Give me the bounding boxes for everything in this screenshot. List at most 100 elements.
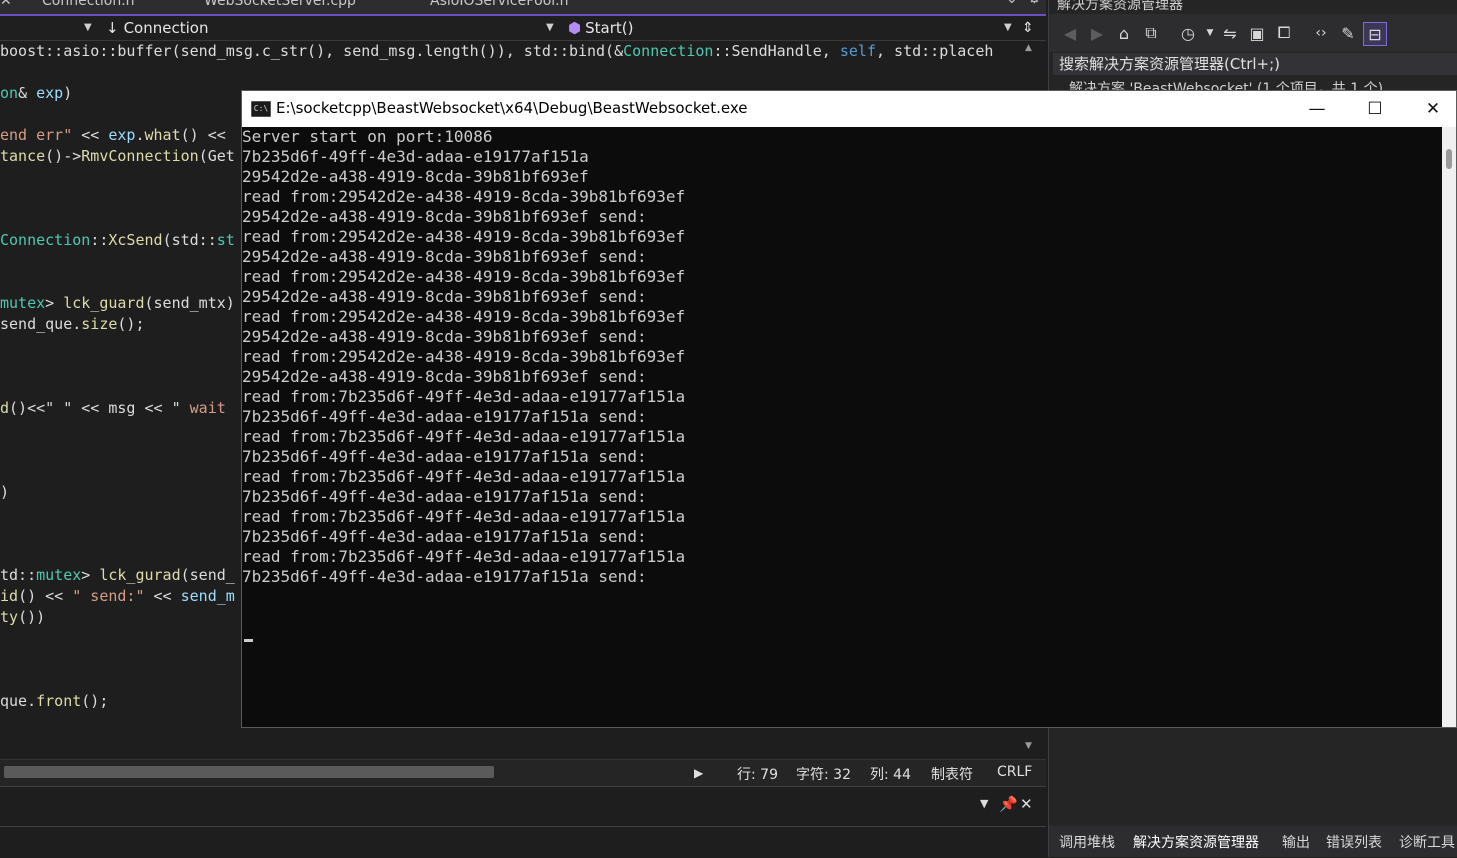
properties-icon[interactable]: ✎: [1337, 22, 1359, 44]
code-token: ()): [18, 608, 46, 626]
code-token: exp: [36, 84, 64, 102]
code-token: (Get: [198, 147, 235, 165]
code-token: ();: [117, 315, 145, 333]
tab-solution-explorer[interactable]: 解决方案资源管理器: [1133, 832, 1259, 852]
close-icon[interactable]: ✕: [0, 0, 12, 9]
console-title-bar[interactable]: C:\ E:\socketcpp\BeastWebsocket\x64\Debu…: [242, 91, 1456, 127]
close-window-icon[interactable]: ✕: [1404, 91, 1456, 127]
code-line[interactable]: end err" << exp.what() <<: [0, 125, 235, 146]
console-window[interactable]: C:\ E:\socketcpp\BeastWebsocket\x64\Debu…: [241, 90, 1457, 728]
maximize-icon[interactable]: ☐: [1346, 91, 1404, 127]
code-token: ): [63, 84, 73, 102]
home-icon[interactable]: ⌂: [1113, 22, 1135, 44]
navigation-bar: ▼ ↓ Connection ▼ ⬢ Start() ▼ ⇕: [0, 16, 1046, 41]
code-token: exp: [108, 126, 136, 144]
code-line[interactable]: send_que.size();: [0, 314, 145, 335]
tab-call-stack[interactable]: 调用堆栈: [1059, 832, 1115, 852]
console-line: read from:7b235d6f-49ff-4e3d-adaa-e19177…: [242, 427, 686, 446]
code-token: RmvConnection: [81, 147, 199, 165]
code-view-icon[interactable]: ‹›: [1310, 22, 1332, 44]
scroll-down-icon[interactable]: ▼: [1025, 741, 1032, 751]
status-eol[interactable]: CRLF: [997, 764, 1032, 780]
solution-explorer-toolbar: ◀ ▶ ⌂ ⧉ ◷ ▼ ⇋ ▣ ⧠ ‹› ✎ ⊟: [1049, 14, 1457, 52]
code-token: send_que.: [0, 315, 82, 333]
code-line[interactable]: Connection::XcSend(std::st: [0, 230, 235, 251]
console-line: 7b235d6f-49ff-4e3d-adaa-e19177af151a sen…: [242, 407, 647, 426]
code-token: size: [81, 315, 118, 333]
code-line[interactable]: mutex> lck_guard(send_mtx): [0, 293, 235, 314]
history-icon[interactable]: ◷: [1177, 22, 1199, 44]
tab-diagnostic-tools[interactable]: 诊断工具: [1399, 832, 1455, 852]
code-line[interactable]: ty()): [0, 607, 45, 628]
tool-window-body: [0, 826, 1046, 858]
code-token: lck_gurad: [99, 566, 181, 584]
code-token: >: [81, 566, 100, 584]
scroll-right-icon[interactable]: ▶: [694, 766, 703, 780]
code-token: mutex: [0, 294, 46, 312]
console-line: read from:7b235d6f-49ff-4e3d-adaa-e19177…: [242, 467, 686, 486]
code-token: (send_: [180, 566, 235, 584]
console-vertical-scrollbar[interactable]: [1442, 127, 1456, 727]
status-col[interactable]: 列: 44: [870, 764, 911, 784]
class-arrow-icon: ↓: [106, 19, 119, 37]
switch-views-icon[interactable]: ⧉: [1140, 22, 1162, 44]
code-token: <<: [144, 587, 181, 605]
code-token: ::SendHandle,: [713, 42, 840, 60]
class-dropdown[interactable]: ↓ Connection: [106, 18, 208, 38]
pin-icon[interactable]: 📌: [999, 795, 1018, 813]
console-line: 29542d2e-a438-4919-8cda-39b81bf693ef: [242, 167, 589, 186]
show-all-files-icon[interactable]: ⧠: [1273, 22, 1295, 44]
scroll-up-icon[interactable]: ▲: [1025, 43, 1032, 53]
status-tabs[interactable]: 制表符: [931, 764, 973, 784]
code-token: (send_mtx): [144, 294, 235, 312]
console-line: read from:7b235d6f-49ff-4e3d-adaa-e19177…: [242, 547, 686, 566]
member-dropdown-chevron-icon[interactable]: ▼: [1004, 22, 1012, 33]
console-line: 7b235d6f-49ff-4e3d-adaa-e19177af151a sen…: [242, 567, 647, 586]
console-line: 7b235d6f-49ff-4e3d-adaa-e19177af151a sen…: [242, 447, 647, 466]
console-line: read from:7b235d6f-49ff-4e3d-adaa-e19177…: [242, 387, 686, 406]
code-token: ): [0, 483, 10, 501]
tab-connection-h[interactable]: Connection.h: [42, 0, 135, 9]
tab-output[interactable]: 输出: [1282, 832, 1310, 852]
settings-gear-icon[interactable]: ⚙: [1028, 0, 1041, 7]
console-line: read from:29542d2e-a438-4919-8cda-39b81b…: [242, 267, 686, 286]
code-token: ()<<" " << msg << ": [9, 399, 190, 417]
history-dropdown-chevron-icon[interactable]: ▼: [1199, 22, 1221, 44]
solution-search-input[interactable]: 搜索解决方案资源管理器(Ctrl+;): [1053, 53, 1457, 75]
console-line: read from:29542d2e-a438-4919-8cda-39b81b…: [242, 307, 686, 326]
preview-icon[interactable]: ⊟: [1363, 22, 1387, 46]
scope-dropdown-chevron-icon[interactable]: ▼: [84, 22, 92, 33]
code-line[interactable]: que.front();: [0, 691, 108, 712]
console-line: 7b235d6f-49ff-4e3d-adaa-e19177af151a sen…: [242, 487, 647, 506]
class-dropdown-chevron-icon[interactable]: ▼: [546, 22, 554, 33]
status-line[interactable]: 行: 79: [737, 764, 778, 784]
code-line[interactable]: id() << " send:" << send_m: [0, 586, 235, 607]
console-line: 29542d2e-a438-4919-8cda-39b81bf693ef sen…: [242, 367, 647, 386]
horizontal-scroll-thumb[interactable]: [4, 766, 494, 778]
code-line[interactable]: ): [0, 482, 9, 503]
sync-icon[interactable]: ⇋: [1219, 22, 1241, 44]
status-char[interactable]: 字符: 32: [796, 764, 851, 784]
code-line[interactable]: td::mutex> lck_gurad(send_: [0, 565, 235, 586]
member-dropdown[interactable]: ⬢ Start(): [568, 18, 633, 38]
code-token: on: [0, 84, 19, 102]
tool-window-close-icon[interactable]: ✕: [1020, 795, 1033, 813]
tab-asioioservicepool-h[interactable]: AsioIOServicePool.h: [430, 0, 569, 9]
code-line[interactable]: tance()->RmvConnection(Get: [0, 146, 235, 167]
tab-overflow-chevron-icon[interactable]: ⌄: [1006, 0, 1018, 7]
code-token: >: [45, 294, 64, 312]
forward-icon[interactable]: ▶: [1086, 22, 1108, 44]
collapse-all-icon[interactable]: ▣: [1246, 22, 1268, 44]
code-line[interactable]: boost::asio::buffer(send_msg.c_str(), se…: [0, 41, 993, 62]
console-output[interactable]: Server start on port:10086 7b235d6f-49ff-…: [242, 127, 1442, 727]
tab-error-list[interactable]: 错误列表: [1326, 832, 1382, 852]
code-line[interactable]: on& exp): [0, 83, 72, 104]
window-menu-chevron-icon[interactable]: ▼: [980, 797, 988, 810]
console-scroll-thumb[interactable]: [1446, 149, 1452, 169]
minimize-icon[interactable]: —: [1288, 91, 1346, 127]
tab-websocketserver-cpp[interactable]: WebSocketServer.cpp: [204, 0, 356, 9]
back-icon[interactable]: ◀: [1059, 22, 1081, 44]
split-editor-icon[interactable]: ⇕: [1022, 18, 1034, 38]
code-line[interactable]: d()<<" " << msg << " wait: [0, 398, 226, 419]
console-line: 29542d2e-a438-4919-8cda-39b81bf693ef sen…: [242, 207, 647, 226]
